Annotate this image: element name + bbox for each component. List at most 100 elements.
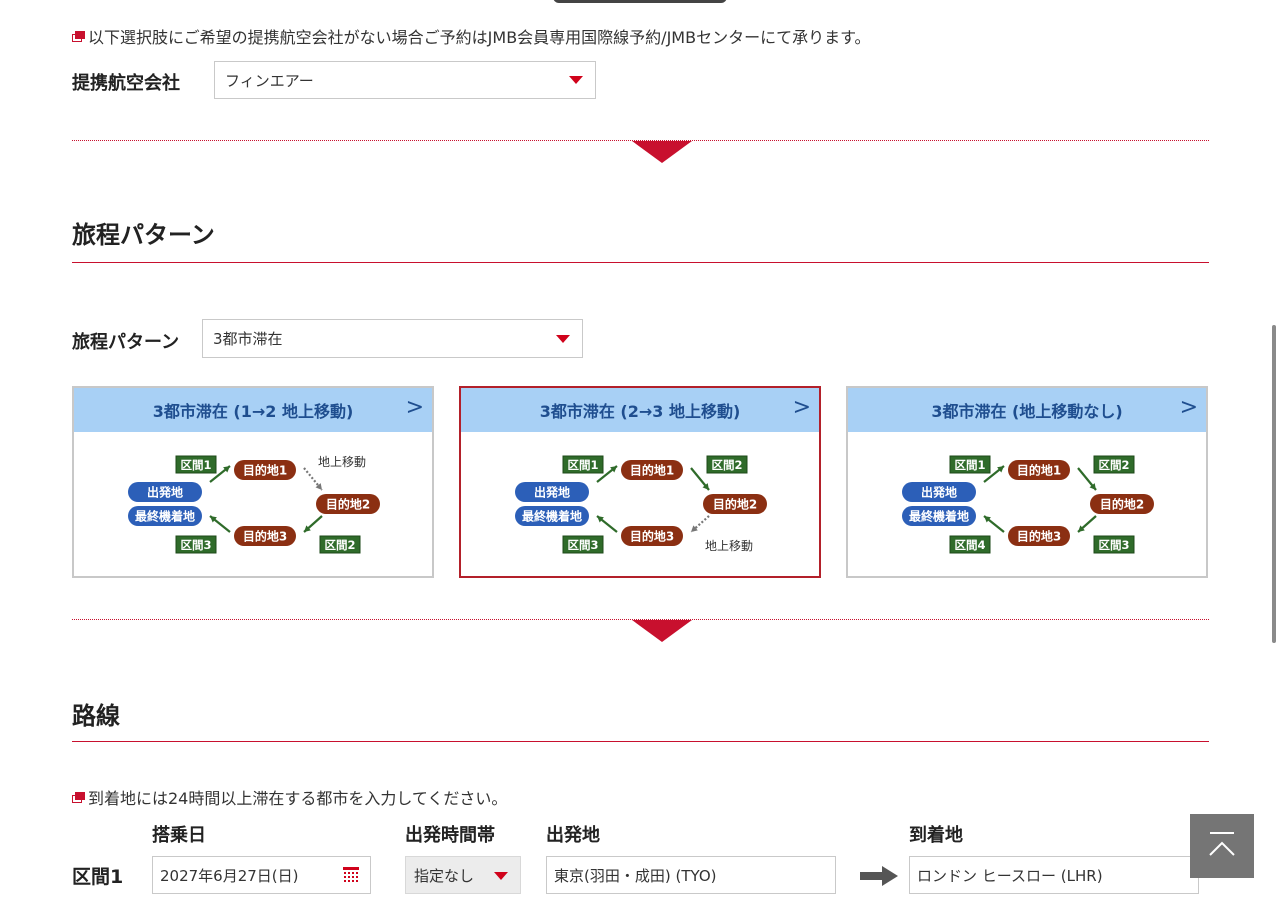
origin-node-text: 出発地 xyxy=(147,485,183,500)
segment-tag-c-text: 区間3 xyxy=(1098,538,1129,552)
final-destination-node-text: 最終機着地 xyxy=(135,509,195,524)
segment-tag-a-text: 区間1 xyxy=(954,458,985,472)
segment-tag-a: 区間1 xyxy=(175,455,217,474)
scrollbar[interactable] xyxy=(1272,325,1276,643)
itinerary-diagram: 出発地最終機着地 目的地1 目的地2 目的地3 区間1 区間2 地上移動 区間3 xyxy=(515,455,767,554)
segment-tag-b: 区間2 xyxy=(706,455,748,474)
segment-tag-a: 区間1 xyxy=(949,455,991,474)
itinerary-card-title: 3都市滞在 (地上移動なし) xyxy=(931,402,1123,421)
scroll-to-top-icon xyxy=(1209,832,1235,856)
route-notice-text: 到着地には24時間以上滞在する都市を入力してください。 xyxy=(88,789,508,808)
origin-input[interactable]: 東京(羽田・成田) (TYO) xyxy=(546,856,836,894)
segment-tag-d: 区間3 xyxy=(562,535,604,554)
route-notice: 到着地には24時間以上滞在する都市を入力してください。 xyxy=(72,785,507,809)
origin-node: 出発地 xyxy=(902,482,976,502)
itinerary-card-header: 3都市滞在 (地上移動なし) > xyxy=(848,388,1206,432)
final-destination-node-text: 最終機着地 xyxy=(522,509,582,524)
top-handle xyxy=(553,0,727,3)
itinerary-card-title: 3都市滞在 (1→2 地上移動) xyxy=(152,402,354,421)
itinerary-section-title: 旅程パターン xyxy=(72,221,215,249)
itinerary-card-2[interactable]: 3都市滞在 (2→3 地上移動) > 出発地最終機着地 目的地1 目的地2 目的地3 区間1… xyxy=(459,386,821,578)
origin-node: 出発地 xyxy=(128,482,202,502)
destination-1-node: 目的地1 xyxy=(621,460,683,480)
destination-2-node-text: 目的地2 xyxy=(1100,497,1144,512)
section-rule xyxy=(72,741,1209,742)
final-destination-node: 最終機着地 xyxy=(128,506,202,526)
down-arrow-indicator xyxy=(632,141,692,163)
airline-label: 提携航空会社 xyxy=(72,73,180,94)
origin-value: 東京(羽田・成田) (TYO) xyxy=(554,866,717,885)
destination-1-node-text: 目的地1 xyxy=(243,463,287,478)
arrow-right-icon xyxy=(860,866,898,886)
segment-tag-b-text: 区間2 xyxy=(711,458,742,472)
destination-2-node: 目的地2 xyxy=(316,494,380,514)
destination-3-node-text: 目的地3 xyxy=(243,529,287,544)
destination-1-node-text: 目的地1 xyxy=(1017,463,1061,478)
segment-tag-c: 区間2 xyxy=(319,535,361,554)
down-arrow-indicator xyxy=(632,620,692,642)
chevron-right-icon: > xyxy=(1179,395,1198,420)
itinerary-card-1[interactable]: 3都市滞在 (1→2 地上移動) > 出発地最終機着地 目的地1 目的地2 目的地3 区間1… xyxy=(72,386,434,578)
chevron-right-icon: > xyxy=(405,395,424,420)
chevron-down-icon xyxy=(556,334,570,343)
segment-tag-c: 区間3 xyxy=(1093,535,1135,554)
segment-tag-d-text: 区間3 xyxy=(567,538,598,552)
column-time: 出発時間帯 xyxy=(405,825,495,846)
ground-move-label: 地上移動 xyxy=(318,455,366,469)
final-destination-node-text: 最終機着地 xyxy=(909,509,969,524)
destination-3-node-text: 目的地3 xyxy=(1017,529,1061,544)
itinerary-label: 旅程パターン xyxy=(72,332,180,353)
airline-select-value: フィンエアー xyxy=(225,71,314,90)
segment-tag-c-text: 区間2 xyxy=(324,538,355,552)
destination-1-node: 目的地1 xyxy=(1008,460,1070,480)
external-link-icon xyxy=(72,31,85,42)
segment-tag-b: 区間2 xyxy=(1093,455,1135,474)
destination-3-node-text: 目的地3 xyxy=(630,529,674,544)
segment-1-label: 区間1 xyxy=(72,866,124,888)
column-origin: 出発地 xyxy=(546,825,600,846)
time-value: 指定なし xyxy=(414,866,475,885)
itinerary-card-title: 3都市滞在 (2→3 地上移動) xyxy=(539,402,741,421)
segment-tag-d-text: 区間3 xyxy=(180,538,211,552)
itinerary-card-header: 3都市滞在 (2→3 地上移動) > xyxy=(461,388,819,432)
airline-notice: 以下選択肢にご希望の提携航空会社がない場合ご予約はJMB会員専用国際線予約/JM… xyxy=(72,24,870,48)
column-destination: 到着地 xyxy=(909,825,963,846)
segment-tag-a-text: 区間1 xyxy=(567,458,598,472)
calendar-icon[interactable] xyxy=(342,866,360,884)
time-select[interactable]: 指定なし xyxy=(405,856,521,894)
segment-tag-a-text: 区間1 xyxy=(180,458,211,472)
chevron-right-icon: > xyxy=(792,395,811,420)
itinerary-diagram: 出発地最終機着地 目的地1 目的地2 目的地3 区間1 区間2 区間3 区間4 xyxy=(902,455,1154,554)
destination-input[interactable]: ロンドン ヒースロー (LHR) xyxy=(909,856,1199,894)
itinerary-diagram: 出発地最終機着地 目的地1 目的地2 目的地3 区間1 地上移動区間2 区間3 xyxy=(128,455,380,554)
itinerary-select[interactable]: 3都市滞在 xyxy=(202,319,583,358)
segment-tag-d: 区間4 xyxy=(949,535,991,554)
external-link-icon xyxy=(72,792,85,803)
destination-value: ロンドン ヒースロー (LHR) xyxy=(917,866,1103,885)
chevron-down-icon xyxy=(569,76,583,84)
origin-node-text: 出発地 xyxy=(921,485,957,500)
itinerary-card-3[interactable]: 3都市滞在 (地上移動なし) > 出発地最終機着地 目的地1 目的地2 目的地3 区間1 区間… xyxy=(846,386,1208,578)
destination-3-node: 目的地3 xyxy=(1008,526,1070,546)
destination-2-node-text: 目的地2 xyxy=(713,497,757,512)
route-section-title: 路線 xyxy=(72,702,120,730)
airline-select[interactable]: フィンエアー xyxy=(214,61,596,99)
destination-3-node: 目的地3 xyxy=(234,526,296,546)
section-rule xyxy=(72,262,1209,263)
destination-2-node-text: 目的地2 xyxy=(326,497,370,512)
destination-1-node: 目的地1 xyxy=(234,460,296,480)
segment-tag-b-text: 区間2 xyxy=(1098,458,1129,472)
origin-node: 出発地 xyxy=(515,482,589,502)
final-destination-node: 最終機着地 xyxy=(902,506,976,526)
itinerary-card-header: 3都市滞在 (1→2 地上移動) > xyxy=(74,388,432,432)
final-destination-node: 最終機着地 xyxy=(515,506,589,526)
scroll-to-top-button[interactable] xyxy=(1190,814,1254,878)
date-input[interactable]: 2027年6月27日(日) xyxy=(152,856,371,894)
chevron-down-icon xyxy=(494,872,508,880)
origin-node-text: 出発地 xyxy=(534,485,570,500)
column-date: 搭乗日 xyxy=(152,825,206,846)
destination-2-node: 目的地2 xyxy=(1090,494,1154,514)
airline-notice-text: 以下選択肢にご希望の提携航空会社がない場合ご予約はJMB会員専用国際線予約/JM… xyxy=(88,28,871,47)
destination-2-node: 目的地2 xyxy=(703,494,767,514)
date-value: 2027年6月27日(日) xyxy=(160,866,299,885)
